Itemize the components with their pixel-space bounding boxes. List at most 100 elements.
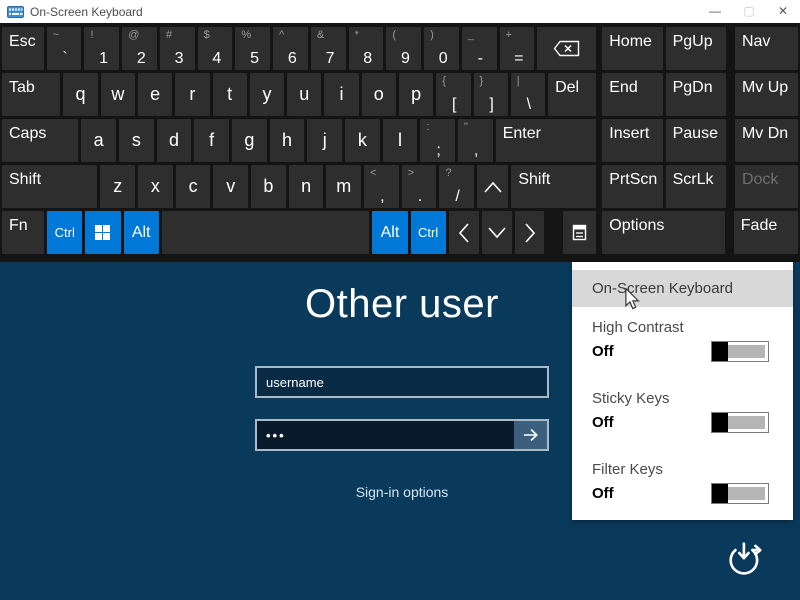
ease-of-access-icon[interactable] (723, 536, 767, 580)
key-n[interactable]: n (289, 165, 324, 208)
key-caps[interactable]: Caps (2, 119, 78, 162)
key-ctrl-right[interactable]: Ctrl (411, 211, 446, 254)
key-y[interactable]: y (250, 73, 284, 116)
key-l[interactable]: l (383, 119, 418, 162)
key-mv-up[interactable]: Mv Up (735, 73, 798, 116)
key-4[interactable]: $4 (198, 27, 233, 70)
key-period[interactable]: >. (402, 165, 437, 208)
key-b[interactable]: b (251, 165, 286, 208)
down-chevron-icon (485, 226, 509, 240)
key-1[interactable]: !1 (84, 27, 119, 70)
key-shift-right[interactable]: Shift (511, 165, 596, 208)
key-v[interactable]: v (213, 165, 248, 208)
key-shift-left[interactable]: Shift (2, 165, 97, 208)
key-slash[interactable]: ?/ (439, 165, 474, 208)
key-pgup[interactable]: PgUp (666, 27, 726, 70)
high-contrast-toggle[interactable] (711, 341, 769, 362)
key-shift-label: > (408, 167, 414, 179)
key-up[interactable] (477, 165, 508, 208)
key-r[interactable]: r (175, 73, 209, 116)
key-o[interactable]: o (362, 73, 396, 116)
sign-in-options-link[interactable]: Sign-in options (255, 484, 549, 500)
key-t[interactable]: t (213, 73, 247, 116)
high-contrast-group: High Contrast Off (572, 319, 793, 336)
key-alt-left[interactable]: Alt (124, 211, 159, 254)
key-e[interactable]: e (138, 73, 172, 116)
key-right[interactable] (515, 211, 545, 254)
key-label: Ctrl (418, 225, 438, 240)
key-left[interactable] (449, 211, 479, 254)
sign-in-submit-button[interactable] (514, 421, 547, 449)
key-backslash[interactable]: |\ (511, 73, 545, 116)
key-5[interactable]: %5 (235, 27, 270, 70)
key-quote[interactable]: ", (458, 119, 493, 162)
filter-keys-state: Off (592, 485, 614, 502)
key-options[interactable]: Options (602, 211, 725, 254)
key-0[interactable]: )0 (424, 27, 459, 70)
key-insert[interactable]: Insert (602, 119, 662, 162)
password-input[interactable] (257, 421, 514, 449)
key-ctrl-left[interactable]: Ctrl (47, 211, 82, 254)
key-win[interactable] (85, 211, 120, 254)
key-mv-dn[interactable]: Mv Dn (735, 119, 798, 162)
key-c[interactable]: c (176, 165, 211, 208)
key-u[interactable]: u (287, 73, 321, 116)
high-contrast-label: High Contrast (572, 319, 793, 336)
key-7[interactable]: &7 (311, 27, 346, 70)
key-comma[interactable]: <, (364, 165, 399, 208)
sticky-keys-toggle[interactable] (711, 412, 769, 433)
key-space[interactable] (162, 211, 370, 254)
key-a[interactable]: a (81, 119, 116, 162)
key-equals[interactable]: += (500, 27, 535, 70)
key-3[interactable]: #3 (160, 27, 195, 70)
key-i[interactable]: i (324, 73, 358, 116)
key-home[interactable]: Home (602, 27, 662, 70)
key-fn[interactable]: Fn (2, 211, 44, 254)
close-button[interactable]: ✕ (766, 0, 800, 23)
key-d[interactable]: d (157, 119, 192, 162)
key-nav[interactable]: Nav (735, 27, 798, 70)
keyboard-main-section: Shiftzxcvbnm<,>.?/Shift (2, 165, 596, 208)
key-prtscn[interactable]: PrtScn (602, 165, 662, 208)
key-tab[interactable]: Tab (2, 73, 60, 116)
key-fade[interactable]: Fade (734, 211, 798, 254)
key-q[interactable]: q (63, 73, 97, 116)
key-menu[interactable] (563, 211, 596, 254)
key-s[interactable]: s (119, 119, 154, 162)
key-end[interactable]: End (602, 73, 662, 116)
key-del[interactable]: Del (548, 73, 596, 116)
filter-keys-toggle[interactable] (711, 483, 769, 504)
key-f[interactable]: f (194, 119, 229, 162)
key-alt-right[interactable]: Alt (372, 211, 407, 254)
key-w[interactable]: w (101, 73, 135, 116)
key-g[interactable]: g (232, 119, 267, 162)
filter-keys-group: Filter Keys Off (572, 461, 793, 478)
key-bracket-left[interactable]: {[ (436, 73, 470, 116)
panel-item-on-screen-keyboard[interactable]: On-Screen Keyboard (572, 270, 793, 307)
key-semicolon[interactable]: :; (420, 119, 455, 162)
key-grave[interactable]: ~` (47, 27, 82, 70)
username-input[interactable] (257, 368, 556, 396)
key-esc[interactable]: Esc (2, 27, 44, 70)
key-enter[interactable]: Enter (496, 119, 597, 162)
key-z[interactable]: z (100, 165, 135, 208)
key-down[interactable] (482, 211, 512, 254)
key-pause[interactable]: Pause (666, 119, 726, 162)
key-label: Ctrl (55, 225, 75, 240)
key-2[interactable]: @2 (122, 27, 157, 70)
key-dash[interactable]: _- (462, 27, 497, 70)
key-x[interactable]: x (138, 165, 173, 208)
key-bracket-right[interactable]: }] (474, 73, 508, 116)
key-6[interactable]: ^6 (273, 27, 308, 70)
minimize-button[interactable]: — (698, 0, 732, 23)
key-backspace[interactable] (537, 27, 596, 70)
key-pgdn[interactable]: PgDn (666, 73, 726, 116)
key-9[interactable]: (9 (386, 27, 421, 70)
key-scrlk[interactable]: ScrLk (666, 165, 726, 208)
key-8[interactable]: *8 (349, 27, 384, 70)
key-j[interactable]: j (307, 119, 342, 162)
key-m[interactable]: m (326, 165, 361, 208)
key-h[interactable]: h (270, 119, 305, 162)
key-p[interactable]: p (399, 73, 433, 116)
key-k[interactable]: k (345, 119, 380, 162)
